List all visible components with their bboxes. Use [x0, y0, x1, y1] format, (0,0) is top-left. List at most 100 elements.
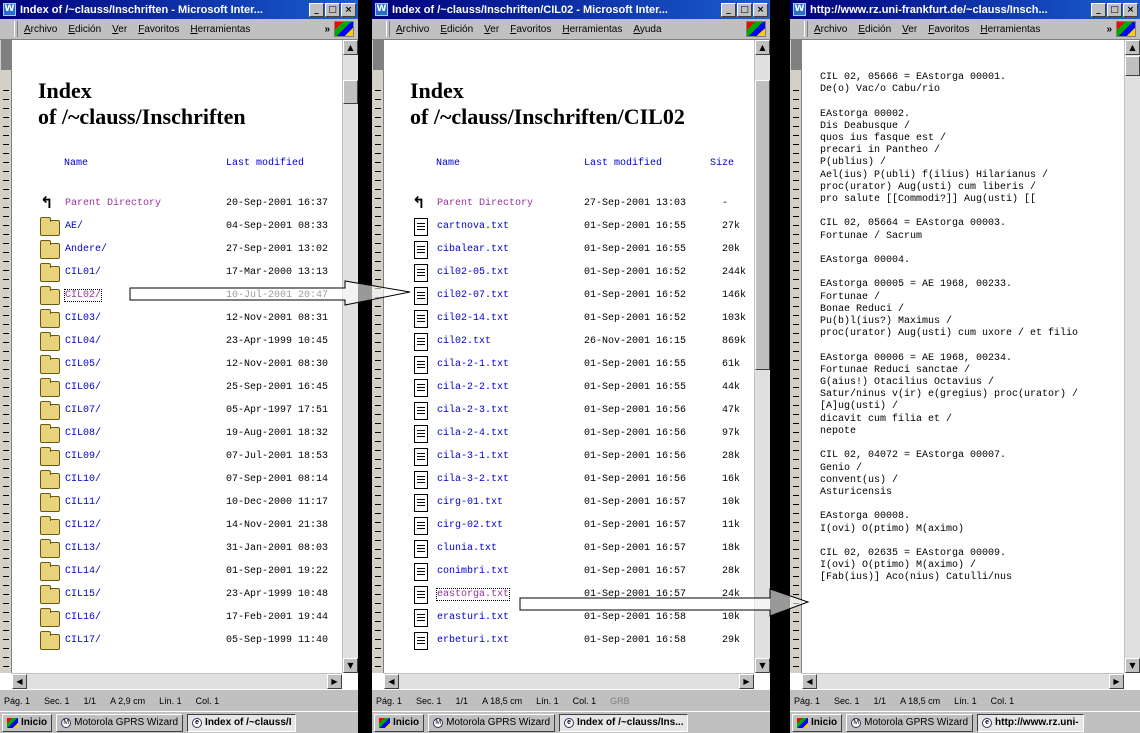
text-file-icon[interactable] [414, 586, 428, 604]
scroll-right-arrow-icon[interactable]: ▶ [1109, 674, 1124, 689]
folder-icon[interactable] [40, 332, 60, 351]
file-link[interactable]: CIL03/ [65, 313, 101, 324]
file-link[interactable]: CIL01/ [65, 267, 101, 278]
file-link[interactable]: cartnova.txt [437, 221, 509, 232]
menu-edicion[interactable]: Edición [68, 24, 101, 35]
file-link[interactable]: cil02-07.txt [437, 290, 509, 301]
file-link[interactable]: CIL13/ [65, 543, 101, 554]
minimize-button[interactable]: _ [309, 2, 324, 17]
file-link[interactable]: erbeturi.txt [437, 635, 509, 646]
horizontal-scrollbar[interactable]: ◀ ▶ [384, 673, 754, 689]
menu-herramientas[interactable]: Herramientas [562, 24, 622, 35]
vertical-scrollbar[interactable]: ▲ ▼ [1124, 40, 1140, 673]
start-button[interactable]: Inicio [792, 713, 843, 732]
file-link[interactable]: CIL16/ [65, 612, 101, 623]
file-link[interactable]: CIL06/ [65, 382, 101, 393]
folder-icon[interactable] [40, 516, 60, 535]
menu-favoritos[interactable]: Favoritos [510, 24, 551, 35]
folder-icon[interactable] [40, 470, 60, 489]
scroll-left-arrow-icon[interactable]: ◀ [384, 674, 399, 689]
file-link[interactable]: cil02-05.txt [437, 267, 509, 278]
menu-ver[interactable]: Ver [112, 24, 127, 35]
file-link[interactable]: cil02-14.txt [437, 313, 509, 324]
menu-favoritos[interactable]: Favoritos [928, 24, 969, 35]
file-link[interactable]: cila-2-4.txt [437, 428, 509, 439]
text-file-icon[interactable] [414, 287, 428, 305]
column-header-last-modified[interactable]: Last modified [226, 158, 304, 169]
text-file-icon[interactable] [414, 241, 428, 259]
scroll-up-arrow-icon[interactable]: ▲ [1125, 40, 1140, 55]
menu-archivo[interactable]: Archivo [814, 24, 847, 35]
text-file-icon[interactable] [414, 632, 428, 650]
file-link[interactable]: Parent Directory [65, 198, 161, 209]
maximize-button[interactable]: □ [1107, 2, 1122, 17]
file-link[interactable]: CIL08/ [65, 428, 101, 439]
file-link[interactable]: cibalear.txt [437, 244, 509, 255]
vertical-scrollbar[interactable]: ▲ ▼ [342, 40, 358, 673]
menu-herramientas[interactable]: Herramientas [190, 24, 250, 35]
taskbar-item-browser[interactable]: e http://www.rz.uni- [977, 713, 1084, 732]
folder-icon[interactable] [40, 217, 60, 236]
scroll-thumb[interactable] [755, 80, 770, 370]
folder-icon[interactable] [40, 424, 60, 443]
scroll-thumb[interactable] [1125, 56, 1140, 76]
menu-overflow-chevron[interactable]: » [1106, 24, 1112, 35]
file-link[interactable]: CIL09/ [65, 451, 101, 462]
start-button[interactable]: Inicio [374, 713, 425, 732]
text-file-icon[interactable] [414, 425, 428, 443]
taskbar-item-browser[interactable]: e Index of /~clauss/Ins... [559, 713, 689, 732]
menu-edicion[interactable]: Edición [440, 24, 473, 35]
close-button[interactable]: × [1123, 2, 1138, 17]
scroll-down-arrow-icon[interactable]: ▼ [1125, 658, 1140, 673]
file-link[interactable]: cirg-01.txt [437, 497, 503, 508]
parent-directory-icon[interactable]: ↰ [412, 193, 434, 212]
file-link[interactable]: conimbri.txt [437, 566, 509, 577]
file-link[interactable]: CIL07/ [65, 405, 101, 416]
parent-directory-icon[interactable]: ↰ [40, 193, 62, 212]
file-link[interactable]: AE/ [65, 221, 83, 232]
file-link[interactable]: CIL14/ [65, 566, 101, 577]
scroll-up-arrow-icon[interactable]: ▲ [755, 40, 770, 55]
menu-edicion[interactable]: Edición [858, 24, 891, 35]
minimize-button[interactable]: _ [721, 2, 736, 17]
text-file-icon[interactable] [414, 264, 428, 282]
folder-icon[interactable] [40, 286, 60, 305]
horizontal-scrollbar[interactable]: ◀ ▶ [12, 673, 342, 689]
horizontal-scrollbar[interactable]: ◀ ▶ [802, 673, 1124, 689]
menu-ayuda[interactable]: Ayuda [633, 24, 661, 35]
folder-icon[interactable] [40, 240, 60, 259]
column-header-size[interactable]: Size [710, 158, 734, 169]
folder-icon[interactable] [40, 263, 60, 282]
menu-archivo[interactable]: Archivo [396, 24, 429, 35]
file-link[interactable]: CIL15/ [65, 589, 101, 600]
file-link[interactable]: CIL02/ [63, 289, 103, 302]
text-file-icon[interactable] [414, 563, 428, 581]
file-link[interactable]: cila-3-2.txt [437, 474, 509, 485]
scroll-thumb[interactable] [343, 80, 358, 104]
taskbar-item-motorola[interactable]: M Motorola GPRS Wizard [56, 713, 184, 732]
folder-icon[interactable] [40, 539, 60, 558]
column-header-last-modified[interactable]: Last modified [584, 158, 662, 169]
folder-icon[interactable] [40, 585, 60, 604]
text-file-icon[interactable] [414, 609, 428, 627]
text-file-icon[interactable] [414, 402, 428, 420]
scroll-left-arrow-icon[interactable]: ◀ [802, 674, 817, 689]
scroll-right-arrow-icon[interactable]: ▶ [739, 674, 754, 689]
scroll-right-arrow-icon[interactable]: ▶ [327, 674, 342, 689]
folder-icon[interactable] [40, 355, 60, 374]
file-link[interactable]: cila-3-1.txt [437, 451, 509, 462]
scroll-left-arrow-icon[interactable]: ◀ [12, 674, 27, 689]
text-file-icon[interactable] [414, 494, 428, 512]
start-button[interactable]: Inicio [2, 713, 53, 732]
file-link[interactable]: CIL12/ [65, 520, 101, 531]
file-link[interactable]: CIL04/ [65, 336, 101, 347]
text-file-icon[interactable] [414, 356, 428, 374]
text-file-icon[interactable] [414, 310, 428, 328]
file-link[interactable]: CIL05/ [65, 359, 101, 370]
folder-icon[interactable] [40, 447, 60, 466]
text-file-icon[interactable] [414, 448, 428, 466]
column-header-name[interactable]: Name [436, 158, 460, 169]
folder-icon[interactable] [40, 401, 60, 420]
file-link[interactable]: CIL11/ [65, 497, 101, 508]
taskbar-item-motorola[interactable]: M Motorola GPRS Wizard [846, 713, 974, 732]
